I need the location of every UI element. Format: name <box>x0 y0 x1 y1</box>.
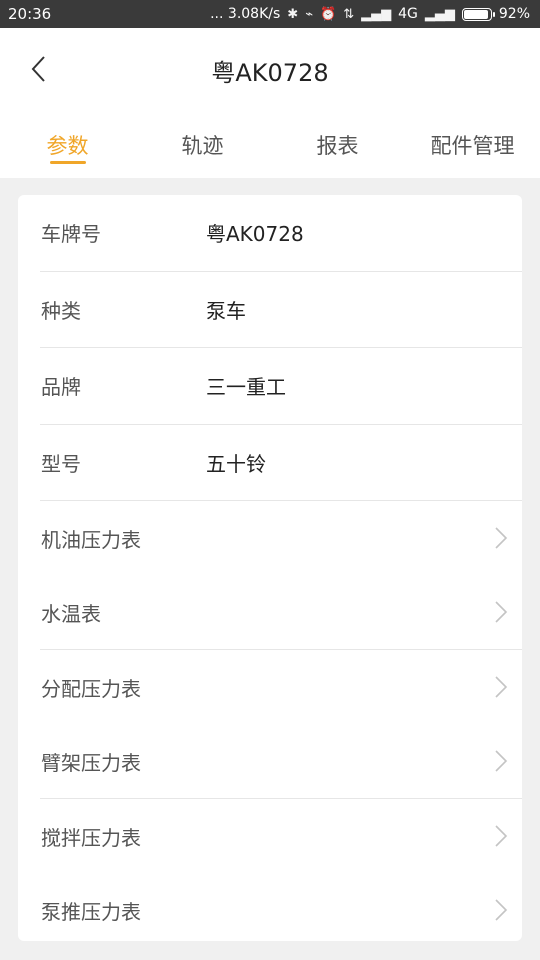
tab-label: 轨迹 <box>181 134 224 158</box>
chevron-right-icon <box>495 750 508 772</box>
row-label: 泵推压力表 <box>41 899 141 924</box>
vehicle-info-card: 车牌号 粤AK0728 种类 泵车 品牌 三一重工 型号 五十铃 机油压力表 水… <box>18 195 522 941</box>
tab-params[interactable]: 参数 <box>0 110 135 178</box>
battery-fill <box>463 9 488 19</box>
gauge-row-distribution-pressure[interactable]: 分配压力表 <box>18 650 522 724</box>
row-value: 泵车 <box>206 298 246 323</box>
gauge-row-pump-push-pressure[interactable]: 泵推压力表 <box>18 873 522 941</box>
chevron-right-icon <box>495 601 508 623</box>
gauge-row-oil-pressure[interactable]: 机油压力表 <box>18 501 522 575</box>
battery-icon <box>461 7 495 21</box>
row-label: 搅拌压力表 <box>41 825 141 850</box>
chevron-right-icon <box>495 676 508 698</box>
tab-label: 参数 <box>46 134 89 158</box>
status-time: 20:36 <box>8 5 52 23</box>
row-value: 三一重工 <box>206 375 286 400</box>
header: 粤AK0728 <box>0 28 540 110</box>
row-label: 型号 <box>41 451 81 476</box>
data-transfer-icon: ⇅ <box>343 6 355 22</box>
row-label: 臂架压力表 <box>41 750 141 775</box>
row-label: 品牌 <box>41 375 81 400</box>
info-row-model: 型号 五十铃 <box>18 425 522 501</box>
tab-parts-management[interactable]: 配件管理 <box>405 110 540 178</box>
tab-report[interactable]: 报表 <box>270 110 405 178</box>
tab-label: 配件管理 <box>430 134 515 158</box>
tab-label: 报表 <box>316 134 359 158</box>
network-type: 4G <box>398 6 418 22</box>
signal-icon: ▂▄▆ <box>361 6 392 22</box>
row-value: 五十铃 <box>206 451 266 476</box>
net-speed: ... 3.08K/s <box>210 6 281 22</box>
info-row-type: 种类 泵车 <box>18 272 522 348</box>
info-row-brand: 品牌 三一重工 <box>18 348 522 424</box>
row-label: 种类 <box>41 298 81 323</box>
battery-percent: 92% <box>498 6 530 22</box>
alarm-icon: ⏰ <box>320 6 337 22</box>
tab-bar: 参数 轨迹 报表 配件管理 <box>0 110 540 178</box>
gauge-row-boom-pressure[interactable]: 臂架压力表 <box>18 724 522 798</box>
vibrate-icon: ⌁ <box>305 6 314 22</box>
status-indicators: ... 3.08K/s ✱ ⌁ ⏰ ⇅ ▂▄▆ 4G ▂▄▆ 92% <box>210 6 530 22</box>
chevron-right-icon <box>495 825 508 847</box>
row-label: 分配压力表 <box>41 676 141 701</box>
signal-icon: ▂▄▆ <box>424 6 455 22</box>
chevron-right-icon <box>495 899 508 921</box>
row-label: 水温表 <box>41 601 101 626</box>
tab-track[interactable]: 轨迹 <box>135 110 270 178</box>
page-title: 粤AK0728 <box>211 59 329 87</box>
row-label: 车牌号 <box>41 222 101 247</box>
active-tab-indicator <box>49 161 86 164</box>
gauge-row-mixer-pressure[interactable]: 搅拌压力表 <box>18 799 522 873</box>
bluetooth-icon: ✱ <box>287 6 299 22</box>
chevron-right-icon <box>495 527 508 549</box>
row-label: 机油压力表 <box>41 527 141 552</box>
status-bar: 20:36 ... 3.08K/s ✱ ⌁ ⏰ ⇅ ▂▄▆ 4G ▂▄▆ 92% <box>0 0 540 28</box>
row-value: 粤AK0728 <box>206 222 304 247</box>
gauge-row-water-temp[interactable]: 水温表 <box>18 575 522 649</box>
info-row-plate: 车牌号 粤AK0728 <box>18 195 522 271</box>
